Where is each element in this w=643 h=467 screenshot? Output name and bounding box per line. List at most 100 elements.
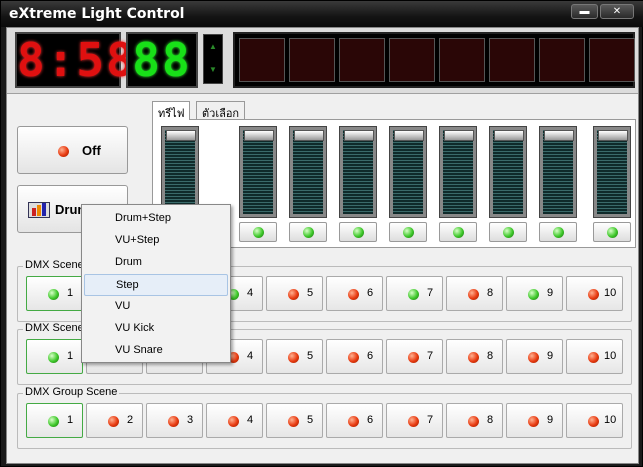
fader-slider[interactable] [389, 126, 427, 243]
fader-track[interactable] [439, 126, 477, 218]
fader-track[interactable] [339, 126, 377, 218]
scene-number: 8 [487, 350, 494, 362]
fader-led-icon [453, 227, 464, 238]
arrow-up-icon[interactable]: ▲ [209, 42, 217, 51]
fader-knob[interactable] [244, 130, 274, 141]
menu-item[interactable]: VU [84, 296, 228, 318]
fader-track[interactable] [389, 126, 427, 218]
scene-number: 7 [427, 350, 434, 362]
fader-track[interactable] [593, 126, 631, 218]
close-button[interactable]: ✕ [600, 4, 634, 19]
display-bar: 8:58 88 ▲ ▼ [7, 28, 638, 94]
scene-led-icon [348, 416, 359, 427]
scene-button[interactable]: 6 [326, 339, 383, 374]
fader-knob[interactable] [544, 130, 574, 141]
off-button[interactable]: Off [17, 126, 128, 174]
menu-item[interactable]: Drum [84, 252, 228, 274]
scene-button[interactable]: 8 [446, 339, 503, 374]
menu-item[interactable]: Step [84, 274, 228, 296]
scene-number: 8 [487, 414, 494, 426]
fader-slider[interactable] [289, 126, 327, 243]
scene-led-icon [408, 289, 419, 300]
fader-knob[interactable] [598, 130, 628, 141]
scene-button[interactable]: 10 [566, 403, 623, 438]
fader-track[interactable] [289, 126, 327, 218]
scene-led-icon [348, 289, 359, 300]
title-bar[interactable]: eXtreme Light Control ▬ ✕ [1, 1, 643, 27]
fader-slider[interactable] [539, 126, 577, 243]
fader-button[interactable] [539, 222, 577, 242]
fader-track[interactable] [489, 126, 527, 218]
scene-button[interactable]: 10 [566, 276, 623, 311]
fader-slider[interactable] [593, 126, 631, 243]
scene-number: 6 [367, 414, 374, 426]
scene-number: 7 [427, 287, 434, 299]
scene-button[interactable]: 6 [326, 276, 383, 311]
scene-button[interactable]: 1 [26, 276, 83, 311]
fader-slider[interactable] [339, 126, 377, 243]
scene-button[interactable]: 5 [266, 276, 323, 311]
fader-knob[interactable] [494, 130, 524, 141]
fader-button[interactable] [489, 222, 527, 242]
scene-button[interactable]: 1 [26, 339, 83, 374]
fader-button[interactable] [289, 222, 327, 242]
fader-button[interactable] [339, 222, 377, 242]
scene-led-icon [588, 416, 599, 427]
scene-button[interactable]: 9 [506, 276, 563, 311]
fader-slider[interactable] [489, 126, 527, 243]
scene-button[interactable]: 1 [26, 403, 83, 438]
menu-item[interactable]: VU Kick [84, 318, 228, 340]
tab-faders[interactable]: ทรีไฟ [152, 101, 191, 120]
fader-knob[interactable] [444, 130, 474, 141]
scene-button[interactable]: 9 [506, 339, 563, 374]
fader-button[interactable] [389, 222, 427, 242]
fader-button[interactable] [239, 222, 277, 242]
arrow-down-icon[interactable]: ▼ [209, 65, 217, 74]
scene-number: 4 [247, 350, 254, 362]
scene-button[interactable]: 2 [86, 403, 143, 438]
scene-button[interactable]: 8 [446, 276, 503, 311]
scene-button[interactable]: 7 [386, 403, 443, 438]
fader-led-icon [503, 227, 514, 238]
fader-button[interactable] [439, 222, 477, 242]
scene-number: 10 [604, 287, 617, 299]
fader-led-icon [253, 227, 264, 238]
minimize-button[interactable]: ▬ [571, 4, 598, 19]
fader-knob[interactable] [344, 130, 374, 141]
scene-number: 1 [67, 414, 74, 426]
menu-item[interactable]: Drum+Step [84, 208, 228, 230]
scene-button[interactable]: 3 [146, 403, 203, 438]
fader-track[interactable] [539, 126, 577, 218]
scene-led-icon [288, 416, 299, 427]
channel-indicator [539, 38, 585, 82]
fader-knob[interactable] [166, 130, 196, 141]
fader-slider[interactable] [239, 126, 277, 243]
fader-knob[interactable] [394, 130, 424, 141]
scene-led-icon [288, 289, 299, 300]
scene-number: 10 [604, 350, 617, 362]
scene-led-icon [408, 352, 419, 363]
scene-button[interactable]: 10 [566, 339, 623, 374]
menu-item[interactable]: VU Snare [84, 340, 228, 362]
scene-button[interactable]: 9 [506, 403, 563, 438]
fader-button[interactable] [593, 222, 631, 242]
scene-led-icon [108, 416, 119, 427]
fader-led-icon [403, 227, 414, 238]
scene-button[interactable]: 7 [386, 276, 443, 311]
fader-knob[interactable] [294, 130, 324, 141]
fader-track[interactable] [239, 126, 277, 218]
scene-button[interactable]: 5 [266, 403, 323, 438]
fader-slider[interactable] [439, 126, 477, 243]
scene-button[interactable]: 8 [446, 403, 503, 438]
scene-number: 7 [427, 414, 434, 426]
tab-options[interactable]: ตัวเลือก [196, 101, 246, 120]
fader-led-icon [607, 227, 618, 238]
scene-button[interactable]: 4 [206, 403, 263, 438]
scene-button[interactable]: 5 [266, 339, 323, 374]
scene-button[interactable]: 6 [326, 403, 383, 438]
scene-button[interactable]: 7 [386, 339, 443, 374]
scene-led-icon [528, 416, 539, 427]
spin-arrows[interactable]: ▲ ▼ [203, 34, 223, 84]
scene-led-icon [588, 289, 599, 300]
menu-item[interactable]: VU+Step [84, 230, 228, 252]
